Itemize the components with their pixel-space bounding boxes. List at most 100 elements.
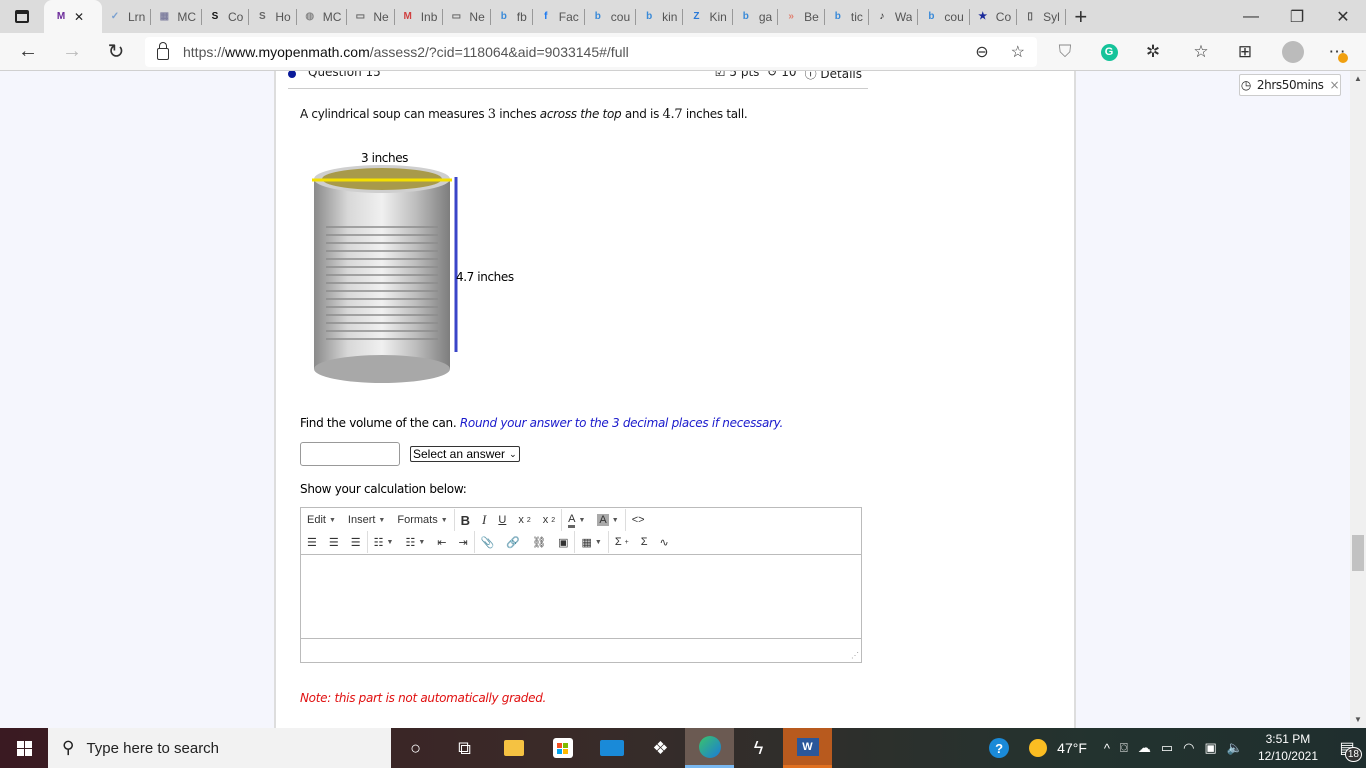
minimize-button[interactable]: — [1228, 0, 1274, 33]
graph-icon[interactable]: ∿ [654, 531, 675, 553]
scroll-up-arrow[interactable]: ▲ [1350, 71, 1366, 87]
indent-icon[interactable]: ⇥ [452, 531, 473, 553]
zoom-out-icon[interactable]: ⊖ [975, 42, 988, 62]
browser-tab[interactable]: b cou [585, 0, 637, 33]
collections-icon[interactable]: ⊞ [1230, 33, 1260, 71]
edge-browser-icon[interactable] [685, 728, 734, 768]
cortana-icon[interactable]: ○ [391, 728, 440, 768]
volume-answer-input[interactable] [300, 442, 400, 466]
browser-tab[interactable]: ▭ Ne [443, 0, 491, 33]
browser-tab[interactable]: f Fac [533, 0, 585, 33]
browser-tab[interactable]: S Ho [249, 0, 297, 33]
url-field[interactable]: https://www.myopenmath.com/assess2/?cid=… [145, 37, 1037, 67]
browser-tab[interactable]: ♪ Wa [869, 0, 919, 33]
table-icon[interactable]: ▦ ▼ [575, 531, 607, 553]
resize-handle[interactable]: ⋰ [851, 651, 859, 660]
weather-widget[interactable]: 47°F [1017, 739, 1099, 757]
unlink-icon[interactable]: ⛓ [526, 531, 552, 553]
show-hidden-icons[interactable]: ^ [1099, 741, 1115, 756]
italic-button[interactable]: I [476, 509, 492, 531]
bullet-list-icon[interactable]: ☷ ▼ [368, 531, 400, 553]
browser-tab[interactable]: b fb [491, 0, 533, 33]
task-view-icon[interactable]: ⧉ [440, 728, 489, 768]
grammarly-icon[interactable]: G [1094, 33, 1124, 71]
taskbar-search[interactable]: ⚲ Type here to search [48, 728, 391, 768]
add-favorite-icon[interactable]: ☆ [1011, 42, 1025, 62]
points: ☑ 5 pts [714, 71, 760, 79]
favorites-icon[interactable]: ☆ [1186, 33, 1216, 71]
formats-menu[interactable]: Formats ▼ [391, 509, 453, 531]
link-icon[interactable]: 🔗 [500, 531, 526, 553]
subscript-button[interactable]: x2 [512, 509, 536, 531]
details-link[interactable]: ⓘ Details [805, 71, 862, 82]
battery-icon[interactable]: ▭ [1156, 740, 1178, 756]
scroll-down-arrow[interactable]: ▼ [1350, 712, 1366, 728]
tab-actions-button[interactable] [0, 0, 44, 33]
browser-tab[interactable]: M Inb [395, 0, 444, 33]
app-lightning-icon[interactable]: ϟ [734, 728, 783, 768]
underline-button[interactable]: U [492, 509, 512, 531]
restore-button[interactable]: ❐ [1274, 0, 1320, 33]
browser-tab[interactable]: ▭ Ne [347, 0, 395, 33]
text-color-button[interactable]: A ▼ [562, 509, 591, 531]
vertical-scrollbar[interactable]: ▲ ▼ [1350, 71, 1366, 728]
align-center-icon[interactable]: ☰ [323, 531, 345, 553]
browser-tab[interactable]: b ga [733, 0, 779, 33]
browser-tab[interactable]: ★ Co [970, 0, 1018, 33]
meet-now-icon[interactable]: ⌼ [1115, 740, 1133, 756]
clock[interactable]: 3:51 PM 12/10/2021 [1248, 731, 1328, 765]
wifi-icon[interactable]: ◠ [1178, 740, 1199, 756]
edit-menu[interactable]: Edit ▼ [301, 509, 342, 531]
browser-tab[interactable]: ▯ Syl [1017, 0, 1066, 33]
browser-tab[interactable]: ◍ MC [297, 0, 348, 33]
onedrive-icon[interactable]: ☁ [1133, 740, 1156, 756]
align-left-icon[interactable]: ☰ [301, 531, 323, 553]
browser-tab[interactable]: ▦ MC [151, 0, 203, 33]
bold-button[interactable]: B [455, 509, 476, 531]
help-icon[interactable]: ? [981, 728, 1017, 768]
browser-tab[interactable]: b kin [636, 0, 684, 33]
settings-more-icon[interactable]: ⋯ [1322, 33, 1352, 71]
editor-text-area[interactable] [301, 554, 861, 638]
browser-tab[interactable]: S Co [202, 0, 250, 33]
start-button[interactable] [0, 728, 48, 768]
file-explorer-icon[interactable] [489, 728, 538, 768]
shield-extension-icon[interactable]: ⛉ [1050, 33, 1080, 71]
browser-tab[interactable]: b tic [825, 0, 869, 33]
volume-icon[interactable]: 🔈 [1222, 740, 1248, 756]
close-window-button[interactable]: ✕ [1320, 0, 1366, 33]
close-tab-icon[interactable]: ✕ [74, 10, 84, 24]
word-icon[interactable]: W [783, 728, 832, 768]
dropbox-icon[interactable]: ❖ [636, 728, 685, 768]
extensions-icon[interactable]: ✲ [1138, 33, 1168, 71]
display-icon[interactable]: ▣ [1199, 740, 1221, 756]
notifications-button[interactable]: ▤ 18 [1328, 728, 1366, 768]
chevron-down-icon: ⌄ [509, 448, 517, 459]
math-editor-icon[interactable]: Σ + [609, 531, 635, 553]
background-color-button[interactable]: A ▼ [591, 509, 624, 531]
mail-icon[interactable] [587, 728, 636, 768]
superscript-button[interactable]: x2 [537, 509, 561, 531]
browser-tab[interactable]: ✓ Lrn [102, 0, 152, 33]
align-right-icon[interactable]: ☰ [345, 531, 367, 553]
sum-icon[interactable]: Σ [635, 531, 654, 553]
source-code-button[interactable]: <> [626, 509, 651, 531]
unit-select[interactable]: Select an answer ⌄ [410, 446, 520, 462]
close-timer-icon[interactable]: × [1330, 78, 1340, 92]
outdent-icon[interactable]: ⇤ [431, 531, 452, 553]
browser-tab[interactable]: b cou [918, 0, 970, 33]
scrollbar-thumb[interactable] [1352, 535, 1364, 571]
new-tab-button[interactable]: + [1066, 4, 1096, 30]
insert-menu[interactable]: Insert ▼ [342, 509, 391, 531]
attachment-icon[interactable]: 📎 [475, 531, 501, 553]
profile-avatar[interactable] [1278, 33, 1308, 71]
numbered-list-icon[interactable]: ☷ ▼ [399, 531, 431, 553]
browser-tab[interactable]: Z Kin [683, 0, 733, 33]
back-button[interactable]: ← [6, 33, 50, 71]
forward-button[interactable]: → [50, 33, 94, 71]
image-icon[interactable]: ▣ [552, 531, 574, 553]
browser-tab[interactable]: » Be [778, 0, 825, 33]
refresh-button[interactable]: ↻ [94, 33, 138, 71]
microsoft-store-icon[interactable] [538, 728, 587, 768]
browser-tab[interactable]: M ✕ [44, 0, 102, 33]
